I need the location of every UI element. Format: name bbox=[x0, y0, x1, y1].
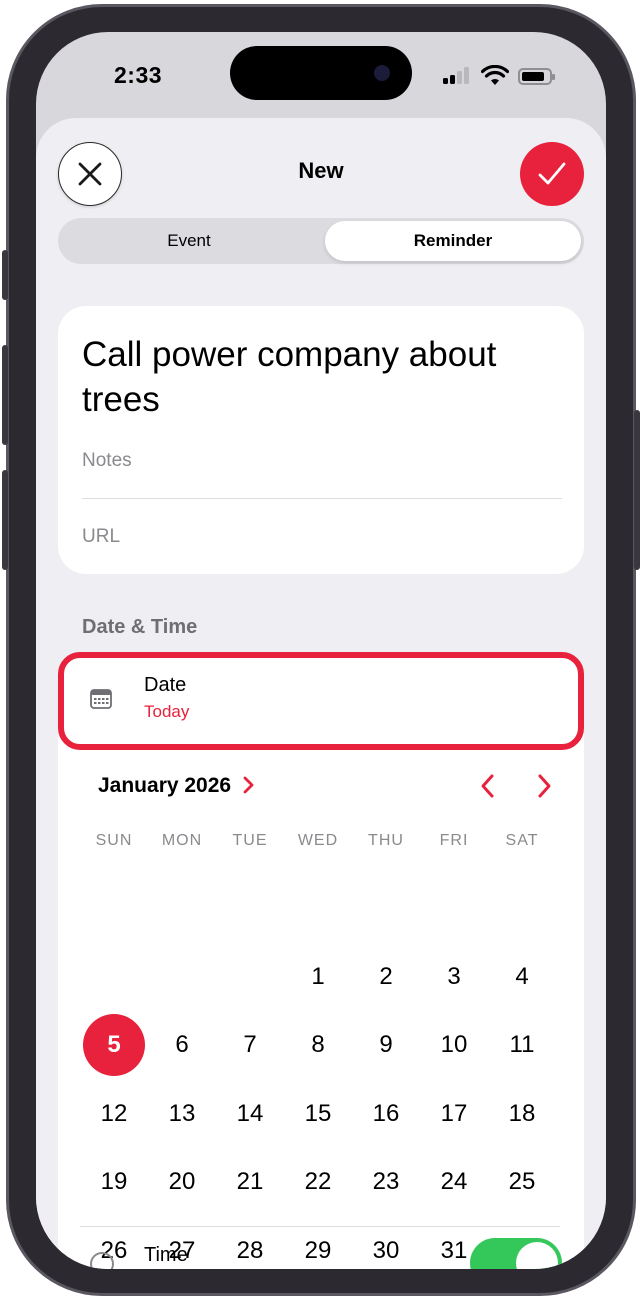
segment-reminder[interactable]: Reminder bbox=[325, 221, 581, 261]
calendar-day[interactable]: 29 bbox=[287, 1220, 349, 1269]
time-toggle[interactable] bbox=[470, 1238, 562, 1269]
weekday-label: TUE bbox=[232, 832, 268, 849]
calendar-icon bbox=[90, 689, 112, 709]
calendar-day[interactable]: 18 bbox=[491, 1083, 553, 1145]
calendar-day[interactable]: 2 bbox=[355, 946, 417, 1008]
weekday-label: WED bbox=[297, 832, 339, 849]
chevron-right-icon bbox=[538, 774, 551, 798]
calendar-day[interactable]: 22 bbox=[287, 1151, 349, 1213]
calendar-day[interactable]: 13 bbox=[151, 1083, 213, 1145]
dynamic-island bbox=[230, 46, 412, 100]
date-label: Date bbox=[144, 674, 187, 696]
calendar-day[interactable]: 23 bbox=[355, 1151, 417, 1213]
calendar-day[interactable]: 11 bbox=[491, 1014, 553, 1076]
previous-month-button[interactable] bbox=[468, 766, 508, 806]
calendar-day[interactable]: 3 bbox=[423, 946, 485, 1008]
calendar-day[interactable]: 7 bbox=[219, 1014, 281, 1076]
signal-icon bbox=[443, 66, 471, 84]
weekday-label: SUN bbox=[95, 832, 133, 849]
weekday-label: MON bbox=[161, 832, 203, 849]
chevron-right-icon[interactable] bbox=[242, 774, 256, 796]
calendar-day[interactable]: 30 bbox=[355, 1220, 417, 1269]
toggle-knob bbox=[516, 1242, 558, 1269]
chevron-left-icon bbox=[481, 774, 494, 798]
url-field[interactable]: URL bbox=[82, 526, 120, 548]
segment-event[interactable]: Event bbox=[61, 221, 317, 261]
calendar-day[interactable]: 1 bbox=[287, 946, 349, 1008]
divider bbox=[82, 498, 562, 499]
volume-up-button bbox=[2, 345, 8, 445]
calendar-day[interactable]: 15 bbox=[287, 1083, 349, 1145]
type-segmented-control: Event Reminder bbox=[58, 218, 584, 264]
calendar-day[interactable]: 25 bbox=[491, 1151, 553, 1213]
calendar-day[interactable]: 19 bbox=[83, 1151, 145, 1213]
calendar-day[interactable]: 28 bbox=[219, 1220, 281, 1269]
weekday-header: SUN MON TUE WED THU FRI SAT bbox=[80, 832, 558, 850]
section-header-date-time: Date & Time bbox=[82, 616, 198, 638]
time-label: Time bbox=[144, 1244, 188, 1266]
camera-icon bbox=[374, 65, 390, 81]
weekday-label: SAT bbox=[505, 832, 539, 849]
calendar-day[interactable]: 24 bbox=[423, 1151, 485, 1213]
side-button bbox=[634, 410, 640, 570]
calendar-day[interactable]: 9 bbox=[355, 1014, 417, 1076]
calendar-day[interactable]: 12 bbox=[83, 1083, 145, 1145]
calendar-day[interactable]: 20 bbox=[151, 1151, 213, 1213]
calendar-day[interactable]: 16 bbox=[355, 1083, 417, 1145]
calendar-day[interactable]: 6 bbox=[151, 1014, 213, 1076]
calendar-day[interactable]: 4 bbox=[491, 946, 553, 1008]
calendar-day-selected[interactable]: 5 bbox=[83, 1014, 145, 1077]
new-item-sheet: New Event Reminder Call power company ab… bbox=[36, 118, 606, 1269]
screen: 2:33 New Event Reminder Call power compa… bbox=[36, 32, 606, 1269]
month-year-label[interactable]: January 2026 bbox=[98, 774, 231, 798]
status-time: 2:33 bbox=[114, 62, 163, 88]
clock-icon bbox=[90, 1252, 114, 1269]
date-value: Today bbox=[144, 702, 190, 721]
divider bbox=[80, 1226, 560, 1227]
weekday-label: FRI bbox=[439, 832, 469, 849]
action-button bbox=[2, 250, 8, 300]
calendar-day[interactable]: 21 bbox=[219, 1151, 281, 1213]
date-row-highlight[interactable] bbox=[58, 652, 584, 750]
reminder-details-card: Call power company about trees Notes URL bbox=[58, 306, 584, 574]
reminder-title-field[interactable]: Call power company about trees bbox=[82, 332, 552, 422]
checkmark-icon bbox=[538, 162, 566, 185]
battery-icon bbox=[518, 68, 555, 85]
volume-down-button bbox=[2, 470, 8, 570]
calendar-day[interactable]: 8 bbox=[287, 1014, 349, 1076]
calendar-day[interactable]: 17 bbox=[423, 1083, 485, 1145]
weekday-label: THU bbox=[368, 832, 404, 849]
status-bar: 2:33 bbox=[36, 32, 606, 118]
notes-field[interactable]: Notes bbox=[82, 450, 132, 472]
wifi-icon bbox=[481, 65, 509, 85]
calendar-day[interactable]: 14 bbox=[219, 1083, 281, 1145]
confirm-button[interactable] bbox=[520, 142, 584, 206]
next-month-button[interactable] bbox=[524, 766, 564, 806]
calendar-day[interactable]: 10 bbox=[423, 1014, 485, 1076]
